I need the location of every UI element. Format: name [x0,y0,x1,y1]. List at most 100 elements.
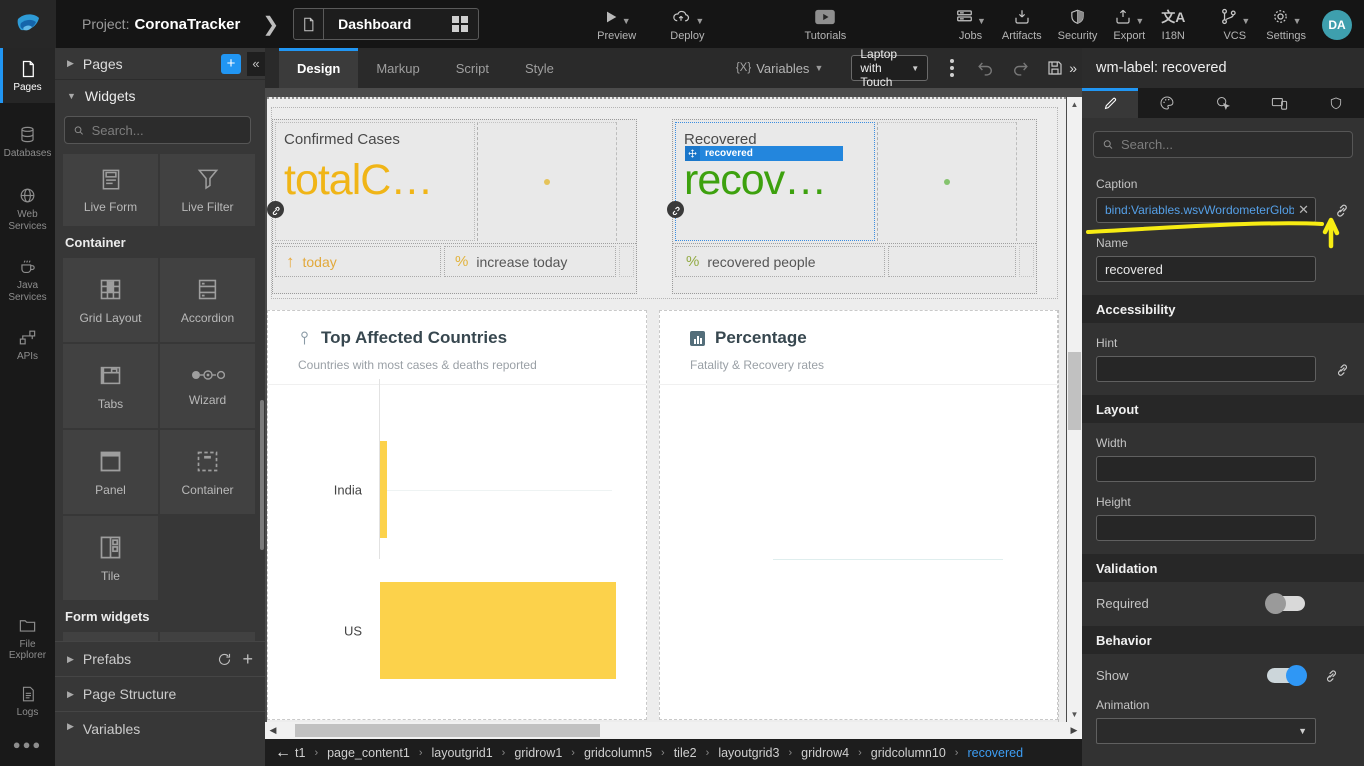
breadcrumb-item[interactable]: gridcolumn10 [871,746,946,760]
add-page-button[interactable]: + [221,54,241,74]
deploy-button[interactable]: ▼ Deploy [670,7,704,42]
hint-bind-button[interactable] [1316,362,1350,377]
recovered-people-cell[interactable]: % recovered people [675,246,885,277]
widget-tile-grid-layout[interactable]: Grid Layout [63,258,158,342]
breadcrumb-item[interactable]: gridrow1 [514,746,562,760]
widget-tile-wizard[interactable]: Wizard [160,344,255,428]
rail-item-web-services[interactable]: Web Services [0,178,55,241]
widget-search[interactable] [64,116,251,144]
panel-scrollbar-thumb[interactable] [260,400,264,550]
rail-more-button[interactable]: ●●● [0,727,55,766]
security-button[interactable]: Security [1058,7,1098,42]
recovered-label-selected[interactable]: Recovered recov… [675,122,875,241]
required-toggle[interactable] [1267,596,1305,611]
rail-item-logs[interactable]: Logs [0,677,55,728]
rail-item-databases[interactable]: Databases [0,117,55,169]
vertical-scrollbar-thumb[interactable] [1068,352,1081,430]
recovered-icon-cell[interactable] [877,122,1016,241]
breadcrumb-item[interactable]: recovered [967,746,1023,760]
chevron-down-icon[interactable]: ▼ [1135,16,1144,26]
props-search[interactable] [1093,131,1353,158]
pages-grid-icon[interactable] [452,16,468,32]
device-select[interactable]: Laptop with Touch ▼ [851,55,928,81]
vcs-button[interactable]: ▼ VCS [1219,7,1250,42]
artifacts-button[interactable]: Artifacts [1002,7,1042,42]
breadcrumb-item[interactable]: tile2 [674,746,697,760]
width-input[interactable] [1096,456,1316,482]
show-toggle[interactable] [1267,668,1305,683]
widgets-section-header[interactable]: ▼ Widgets [55,80,265,112]
tab-devices[interactable] [1251,88,1307,118]
design-canvas-page[interactable]: Confirmed Cases totalC… ↑ today [267,97,1066,722]
scroll-up-arrow[interactable]: ▲ [1067,97,1082,112]
move-icon[interactable] [685,146,700,161]
widget-search-input[interactable] [92,123,242,138]
validation-section-header[interactable]: Validation [1082,554,1364,582]
confirmed-cases-cell[interactable]: Confirmed Cases totalC… [275,122,475,241]
collapse-panel-button[interactable]: « [247,52,265,76]
confirmed-cases-tile[interactable]: Confirmed Cases totalC… ↑ today [272,119,637,294]
jobs-button[interactable]: ▼ Jobs [955,7,986,42]
refresh-icon[interactable] [217,652,232,667]
page-tab-dashboard[interactable]: Dashboard [293,8,479,40]
tab-events[interactable] [1195,88,1251,118]
bind-link-icon[interactable] [667,201,684,218]
save-button[interactable] [1046,59,1064,77]
tab-properties[interactable] [1082,88,1138,118]
redo-button[interactable] [1011,59,1030,78]
percentage-card[interactable]: Percentage Fatality & Recovery rates [659,310,1058,720]
widget-tile-accordion[interactable]: Accordion [160,258,255,342]
variables-button[interactable]: {X} Variables ▼ [736,61,824,76]
props-search-input[interactable] [1121,137,1344,152]
breadcrumb-item[interactable]: gridrow4 [801,746,849,760]
widget-tile-live-filter[interactable]: Live Filter [160,154,255,226]
settings-button[interactable]: ▼ Settings [1266,7,1306,42]
user-avatar[interactable]: DA [1322,10,1352,40]
tab-style[interactable]: Style [507,48,572,88]
variables-section-header[interactable]: ▶ Variables [55,711,265,766]
hint-input[interactable] [1096,356,1316,382]
widget-tile-container[interactable]: Container [160,430,255,514]
widget-tile-live-form[interactable]: Live Form [63,154,158,226]
confirmed-cases-icon-cell[interactable] [477,122,616,241]
wavemaker-logo[interactable] [0,0,56,48]
widget-tile-tabs[interactable]: Tabs [63,344,158,428]
breadcrumb-item[interactable]: layoutgrid3 [718,746,779,760]
i18n-button[interactable]: 文A I18N [1161,7,1185,42]
empty-cell[interactable] [888,246,1016,277]
bind-link-icon[interactable] [267,201,284,218]
horizontal-scrollbar-thumb[interactable] [295,724,600,737]
prefabs-section-header[interactable]: ▶ Prefabs + [55,641,265,676]
tab-styles[interactable] [1138,88,1194,118]
height-input[interactable] [1096,515,1316,541]
confirmed-cases-value[interactable]: totalC… [284,156,474,205]
expand-props-button[interactable]: » [1064,60,1082,76]
recovered-tile[interactable]: recovered Recovered recov… [672,119,1037,294]
undo-button[interactable] [976,59,995,78]
breadcrumb-item[interactable]: layoutgrid1 [432,746,493,760]
more-options-button[interactable] [944,55,960,81]
name-input[interactable] [1096,256,1316,282]
scroll-left-arrow[interactable]: ◀ [265,722,281,739]
top-affected-countries-card[interactable]: Top Affected Countries Countries with mo… [267,310,647,720]
caption-input[interactable]: bind:Variables.wsvWordometerGlobal.c ✕ [1096,197,1316,223]
behavior-section-header[interactable]: Behavior [1082,626,1364,654]
tab-script[interactable]: Script [438,48,507,88]
scroll-down-arrow[interactable]: ▼ [1067,707,1082,722]
layout-section-header[interactable]: Layout [1082,395,1364,423]
chevron-down-icon[interactable]: ▼ [695,16,704,26]
show-bind-button[interactable] [1305,668,1339,683]
widget-tile-tile[interactable]: Tile [63,516,158,600]
clear-binding-icon[interactable]: ✕ [1294,202,1309,218]
breadcrumb-back-arrow[interactable]: ← [275,744,291,762]
breadcrumb-item[interactable]: page_content1 [327,746,410,760]
tab-security[interactable] [1308,88,1364,118]
tab-markup[interactable]: Markup [358,48,437,88]
add-prefab-icon[interactable]: + [242,649,253,670]
breadcrumb-item[interactable]: gridcolumn5 [584,746,652,760]
canvas-horizontal-scrollbar[interactable]: ◀ ▶ [265,722,1082,739]
chevron-down-icon[interactable]: ▼ [977,16,986,26]
widget-tile-panel[interactable]: Panel [63,430,158,514]
caption-bind-button[interactable] [1316,202,1350,218]
rail-item-file-explorer[interactable]: File Explorer [0,608,55,671]
